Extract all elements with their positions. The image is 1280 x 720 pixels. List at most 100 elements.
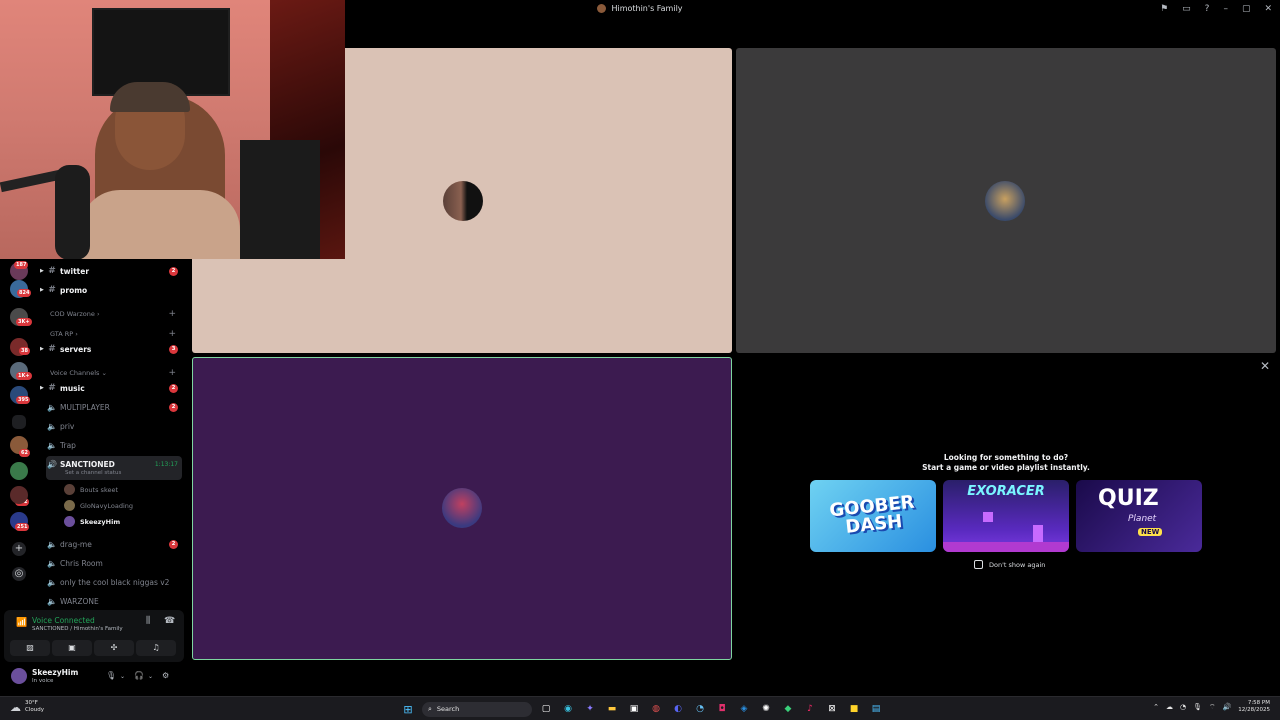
- folder-icon[interactable]: [12, 415, 26, 429]
- voice-member[interactable]: SkeezyHim: [64, 514, 120, 529]
- activities-button[interactable]: ✣: [94, 640, 134, 656]
- hash-icon: #: [48, 383, 56, 393]
- app-icon[interactable]: ▤: [868, 701, 884, 717]
- voice-channel-sanctioned[interactable]: 🔊 SANCTIONED 1:13:17 Set a channel statu…: [46, 456, 182, 480]
- voice-connected-label[interactable]: Voice Connected: [32, 616, 95, 625]
- camera-off-button[interactable]: ▨: [10, 640, 50, 656]
- network-app-icon[interactable]: ☁: [1166, 703, 1173, 711]
- dont-show-label: Don't show again: [989, 560, 1046, 569]
- mic-tray-icon[interactable]: 🎙: [1193, 703, 1202, 711]
- server-item[interactable]: [10, 462, 28, 480]
- chatgpt-icon[interactable]: ✺: [758, 701, 774, 717]
- channel-label: Trap: [60, 440, 76, 450]
- category-cod-warzone[interactable]: COD Warzone › +: [50, 309, 182, 319]
- discord-icon[interactable]: ◐: [670, 701, 686, 717]
- voice-member[interactable]: Bouts skeet: [64, 482, 118, 497]
- channel-status[interactable]: Set a channel status: [65, 470, 121, 476]
- category-gta-rp[interactable]: GTA RP › +: [50, 329, 182, 339]
- voice-member[interactable]: GloNavyLoading: [64, 498, 133, 513]
- add-server-icon[interactable]: +: [12, 542, 26, 556]
- taskbar-search[interactable]: ⌕ Search: [422, 701, 532, 717]
- chrome-icon[interactable]: ◍: [648, 701, 664, 717]
- tiktok-icon[interactable]: ♪: [802, 701, 818, 717]
- video-tile[interactable]: [736, 48, 1276, 353]
- headphones-icon[interactable]: 🎧: [134, 671, 144, 680]
- soundboard-button[interactable]: ♫: [136, 640, 176, 656]
- discord-window: Himothin's Family ⚑ ▭ ? – ▢ ✕ 187 824 3K…: [0, 0, 1280, 720]
- channel-item-servers[interactable]: ▶ # servers 3: [40, 340, 182, 358]
- maximize-button[interactable]: ▢: [1242, 4, 1251, 14]
- window-controls: ⚑ ▭ ? – ▢ ✕: [1160, 0, 1272, 17]
- category-voice-channels[interactable]: Voice Channels ⌄ +: [50, 368, 182, 378]
- app-icon[interactable]: ◆: [780, 701, 796, 717]
- channel-item-music[interactable]: ▶ # music 2: [40, 379, 182, 397]
- flag-icon[interactable]: ⚑: [1160, 4, 1168, 14]
- voice-channel-chris-room[interactable]: 🔈 Chris Room: [46, 554, 182, 572]
- xbox-icon[interactable]: ⊠: [824, 701, 840, 717]
- wifi-icon[interactable]: ⌔: [1209, 703, 1216, 712]
- speaker-icon: 🔈: [47, 440, 57, 450]
- channel-item-promo[interactable]: ▶ # promo: [40, 281, 182, 299]
- chevron-down-icon[interactable]: ⌄: [148, 673, 153, 680]
- file-explorer-icon[interactable]: ▬: [604, 701, 620, 717]
- game-floor: [943, 542, 1069, 552]
- activity-card-exoracer[interactable]: EXORACER: [943, 480, 1069, 552]
- voice-channel-warzone[interactable]: 🔈 WARZONE: [46, 592, 182, 610]
- store-icon[interactable]: ▣: [626, 701, 642, 717]
- avatar[interactable]: [11, 668, 27, 684]
- voice-channel-cool-v2[interactable]: 🔈 only the cool black niggas v2: [46, 573, 182, 591]
- minimize-button[interactable]: –: [1223, 4, 1228, 14]
- instagram-icon[interactable]: ◘: [714, 701, 730, 717]
- avatar: [64, 500, 75, 511]
- avatar: [985, 181, 1025, 221]
- member-name: SkeezyHim: [80, 517, 121, 526]
- add-channel-icon[interactable]: +: [168, 368, 176, 378]
- channel-item-twitter[interactable]: ▶ # twitter 2: [40, 262, 182, 280]
- task-view-icon[interactable]: ▢: [538, 701, 554, 717]
- avatar: [64, 516, 75, 527]
- clock[interactable]: 7:58 PM 12/28/2025: [1238, 700, 1270, 714]
- noise-suppression-icon[interactable]: ⫼: [146, 616, 150, 626]
- voice-channel-multiplayer[interactable]: 🔈 MULTIPLAYER 2: [46, 398, 182, 416]
- app-tray-icon[interactable]: ◔: [1180, 703, 1186, 711]
- screen-share-button[interactable]: ▣: [52, 640, 92, 656]
- video-tile-speaking[interactable]: [192, 357, 732, 660]
- signal-icon[interactable]: 📶: [16, 618, 27, 628]
- checkbox[interactable]: [974, 560, 983, 569]
- add-channel-icon[interactable]: +: [168, 309, 176, 319]
- activity-card-quiz-planet[interactable]: QUIZ Planet NEW: [1076, 480, 1202, 552]
- voice-channel-drag-me[interactable]: 🔈 drag-me 2: [46, 535, 182, 553]
- app-icon[interactable]: ◈: [736, 701, 752, 717]
- volume-icon[interactable]: 🔊: [1223, 703, 1232, 711]
- weather-temp: 30°F: [25, 700, 38, 706]
- add-channel-icon[interactable]: +: [168, 329, 176, 339]
- close-icon[interactable]: ✕: [1260, 359, 1270, 373]
- weather-desc: Cloudy: [25, 707, 44, 713]
- sticky-notes-icon[interactable]: ■: [846, 701, 862, 717]
- category-label: COD Warzone: [50, 310, 95, 318]
- chevron-down-icon[interactable]: ⌄: [120, 673, 125, 680]
- voice-channel-trap[interactable]: 🔈 Trap: [46, 436, 182, 454]
- chevron-up-icon[interactable]: ⌃: [1153, 703, 1159, 711]
- close-window-button[interactable]: ✕: [1264, 4, 1272, 14]
- disconnect-icon[interactable]: ☎: [164, 616, 175, 626]
- username[interactable]: SkeezyHim: [32, 668, 78, 677]
- webcam-overlay: [0, 0, 345, 259]
- activity-card-goober-dash[interactable]: GOOBER DASH: [810, 480, 936, 552]
- dont-show-again-checkbox[interactable]: Don't show again: [974, 560, 1045, 569]
- edge-icon[interactable]: ◉: [560, 701, 576, 717]
- steam-icon[interactable]: ◔: [692, 701, 708, 717]
- hash-icon: #: [48, 266, 56, 276]
- voice-channel-priv[interactable]: 🔈 priv: [46, 417, 182, 435]
- help-icon[interactable]: ?: [1205, 4, 1210, 14]
- weather-widget[interactable]: ☁ 30°F Cloudy: [10, 700, 44, 714]
- mic-icon[interactable]: 🎙: [106, 671, 116, 680]
- copilot-icon[interactable]: ✦: [582, 701, 598, 717]
- server-badge: 3K+: [16, 318, 32, 326]
- inbox-icon[interactable]: ▭: [1182, 4, 1191, 14]
- voice-location[interactable]: SANCTIONED / Himothin's Family: [32, 626, 123, 632]
- server-item[interactable]: [10, 486, 28, 504]
- gear-icon[interactable]: ⚙: [162, 671, 169, 680]
- windows-start-icon[interactable]: ⊞: [400, 701, 416, 717]
- discover-icon[interactable]: ◎: [12, 567, 26, 581]
